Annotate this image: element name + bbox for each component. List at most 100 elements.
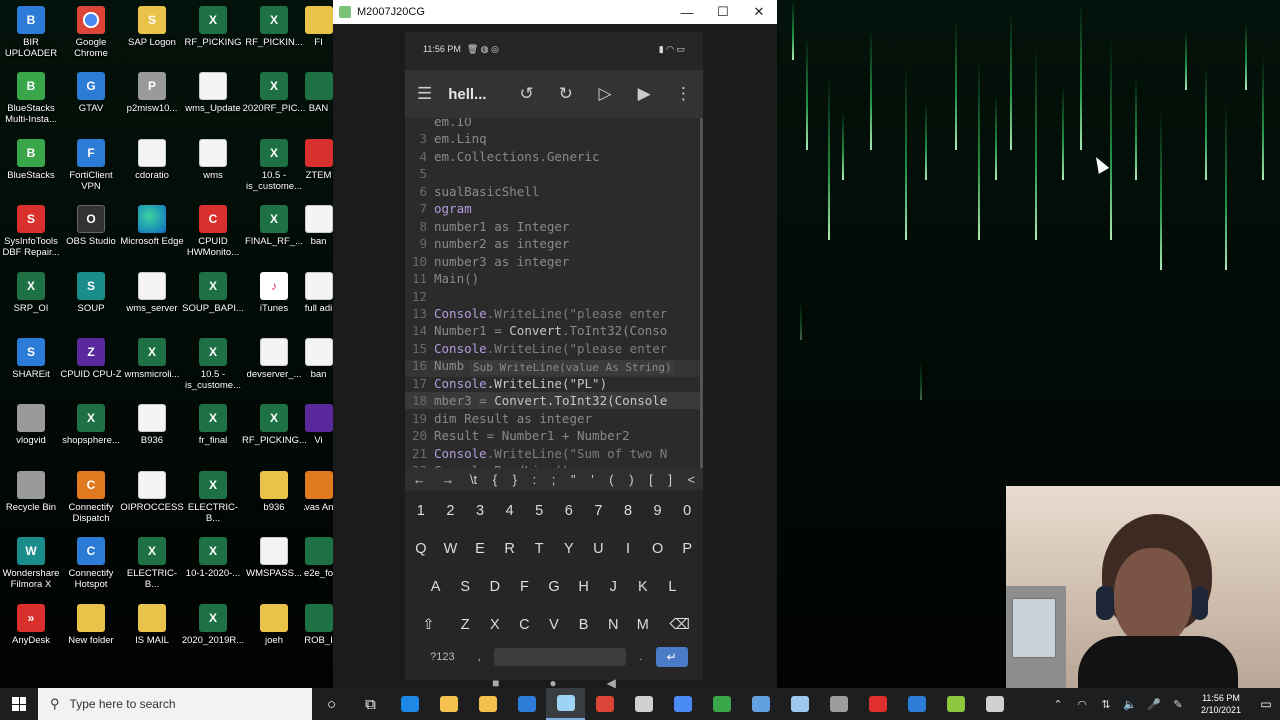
symbol-key[interactable]: ) bbox=[629, 472, 633, 487]
desktop-icon[interactable]: B BlueStacks bbox=[0, 138, 62, 203]
run-icon[interactable]: ▶ bbox=[625, 70, 664, 118]
desktop-icon[interactable]: X SRP_OI bbox=[0, 271, 62, 336]
key-a[interactable]: A bbox=[421, 568, 451, 606]
key-r[interactable]: R bbox=[495, 530, 525, 568]
desktop-icon[interactable]: S SOUP bbox=[60, 271, 122, 336]
desktop-icon[interactable]: F FortiClient VPN bbox=[60, 138, 122, 203]
desktop-icon[interactable]: X RF_PICKING bbox=[182, 6, 244, 70]
code-line[interactable]: 21 Console.WriteLine("Sum of two N bbox=[405, 446, 703, 464]
desktop-icon[interactable]: Google Chrome bbox=[60, 6, 122, 70]
taskbar-app-button[interactable] bbox=[468, 688, 507, 720]
desktop-icon[interactable]: Xshopsphere... bbox=[60, 404, 122, 468]
desktop-icon[interactable]: X RF_PICKIN... bbox=[243, 6, 305, 70]
key-h[interactable]: H bbox=[569, 568, 599, 606]
desktop-icon[interactable]: C Connectify Hotspot bbox=[60, 537, 122, 601]
symbol-key[interactable]: ] bbox=[668, 472, 672, 487]
desktop-icon[interactable]: Vi bbox=[304, 404, 333, 468]
taskbar-app-button[interactable] bbox=[585, 688, 624, 720]
desktop-icon[interactable]: Xfr_final bbox=[182, 404, 244, 468]
key-q[interactable]: Q bbox=[406, 530, 436, 568]
taskbar-app-button[interactable] bbox=[741, 688, 780, 720]
desktop-icon[interactable]: BAN bbox=[304, 72, 333, 136]
desktop-icon[interactable]: W Wondershare Filmora X bbox=[0, 537, 62, 601]
redo-icon[interactable]: ↻ bbox=[546, 70, 585, 118]
code-line[interactable]: 9 number2 as integer bbox=[405, 236, 703, 254]
wifi-icon[interactable]: ◠ bbox=[1070, 698, 1094, 711]
pen-icon[interactable]: ✎ bbox=[1166, 698, 1190, 711]
code-line[interactable]: 19 dim Result as integer bbox=[405, 411, 703, 429]
desktop-icon[interactable]: X 10.5 - is_custome... bbox=[243, 138, 305, 203]
key-0[interactable]: 0 bbox=[672, 492, 702, 530]
desktop-icon[interactable]: » AnyDesk bbox=[0, 603, 62, 668]
key-g[interactable]: G bbox=[539, 568, 569, 606]
start-button[interactable] bbox=[0, 688, 38, 720]
taskbar-app-button[interactable] bbox=[780, 688, 819, 720]
minimize-button[interactable]: — bbox=[669, 0, 705, 24]
run-outline-icon[interactable]: ▷ bbox=[585, 70, 624, 118]
maximize-button[interactable]: ☐ bbox=[705, 0, 741, 24]
symbol-key[interactable]: ' bbox=[591, 472, 593, 487]
taskbar-app-button[interactable] bbox=[429, 688, 468, 720]
desktop-icon[interactable]: Avas Anti bbox=[304, 470, 333, 535]
code-editor[interactable]: em.IO 3 em.Linq 4 em.Collections.Generic 5 6 su… bbox=[405, 118, 703, 468]
symbol-key[interactable]: ← bbox=[413, 472, 426, 487]
key-d[interactable]: D bbox=[480, 568, 510, 606]
desktop-icon[interactable]: cdoratio bbox=[121, 138, 183, 203]
symbol-key[interactable]: ; bbox=[552, 472, 556, 487]
code-line[interactable]: 6 sualBasicShell bbox=[405, 184, 703, 202]
symbol-key[interactable]: " bbox=[571, 472, 576, 487]
taskbar-app-button[interactable] bbox=[858, 688, 897, 720]
taskbar-app-button[interactable] bbox=[390, 688, 429, 720]
symbol-key[interactable]: ( bbox=[609, 472, 613, 487]
key-k[interactable]: K bbox=[628, 568, 658, 606]
code-line[interactable]: 7 ogram bbox=[405, 201, 703, 219]
key-5[interactable]: 5 bbox=[524, 492, 554, 530]
key-2[interactable]: 2 bbox=[436, 492, 466, 530]
desktop-icon[interactable]: ban bbox=[304, 338, 333, 402]
taskbar-search[interactable]: ⚲ Type here to search bbox=[38, 688, 312, 720]
tray-chevron-icon[interactable]: ⌃ bbox=[1046, 698, 1070, 711]
key-7[interactable]: 7 bbox=[584, 492, 614, 530]
taskbar-app-button[interactable] bbox=[975, 688, 1014, 720]
microphone-icon[interactable]: 🎤 bbox=[1142, 698, 1166, 711]
symbol-key[interactable]: [ bbox=[649, 472, 653, 487]
desktop-icon[interactable]: X ELECTRIC-B... bbox=[121, 537, 183, 601]
desktop-icon[interactable]: S SAP Logon bbox=[121, 6, 183, 70]
desktop-icon[interactable]: X 2020_2019R... bbox=[182, 603, 244, 668]
key-3[interactable]: 3 bbox=[465, 492, 495, 530]
desktop-icon[interactable]: New folder bbox=[60, 603, 122, 668]
symbol-key[interactable]: : bbox=[533, 472, 537, 487]
desktop-icon[interactable]: X 10-1-2020-... bbox=[182, 537, 244, 601]
desktop-icon[interactable]: wms bbox=[182, 138, 244, 203]
taskbar-app-button[interactable]: ○ bbox=[312, 688, 351, 720]
desktop-icon[interactable]: OIPROCCESS bbox=[120, 470, 184, 535]
key-8[interactable]: 8 bbox=[613, 492, 643, 530]
desktop-icon[interactable]: wms_server bbox=[121, 271, 183, 336]
desktop-icon[interactable]: WMSPASS... bbox=[243, 537, 305, 601]
key-w[interactable]: W bbox=[436, 530, 466, 568]
desktop-icon[interactable]: ZTEM bbox=[304, 138, 333, 203]
key-l[interactable]: L bbox=[658, 568, 688, 606]
taskbar-app-button[interactable] bbox=[819, 688, 858, 720]
key-e[interactable]: E bbox=[465, 530, 495, 568]
editor-scrollbar[interactable] bbox=[700, 118, 703, 468]
code-line[interactable]: 12 bbox=[405, 289, 703, 307]
code-line[interactable]: 11 Main() bbox=[405, 271, 703, 289]
space-key[interactable] bbox=[494, 648, 626, 666]
key-i[interactable]: I bbox=[613, 530, 643, 568]
desktop-icon[interactable]: ROB_I bbox=[304, 603, 333, 668]
symbol-key[interactable]: { bbox=[493, 472, 497, 487]
desktop-icon[interactable]: IS MAIL bbox=[121, 603, 183, 668]
key-f[interactable]: F bbox=[510, 568, 540, 606]
enter-key[interactable]: ↵ bbox=[655, 647, 688, 667]
code-line[interactable]: 5 bbox=[405, 166, 703, 184]
desktop-icon[interactable]: X RF_PICKING... bbox=[242, 404, 306, 468]
code-line[interactable]: 14 Number1 = Convert.ToInt32(Conso bbox=[405, 323, 703, 341]
desktop-icon[interactable]: G GTAV bbox=[60, 72, 122, 136]
desktop-icon[interactable]: ♪ iTunes bbox=[243, 271, 305, 336]
desktop-icon[interactable]: Xwmsmicroli... bbox=[121, 338, 183, 402]
code-line[interactable]: 15 Console.WriteLine("please enter bbox=[405, 341, 703, 359]
code-line[interactable]: 3 em.Linq bbox=[405, 131, 703, 149]
desktop-icon[interactable]: B BlueStacks Multi-Insta... bbox=[0, 72, 62, 136]
desktop-icon[interactable]: X FINAL_RF_... bbox=[243, 205, 305, 269]
